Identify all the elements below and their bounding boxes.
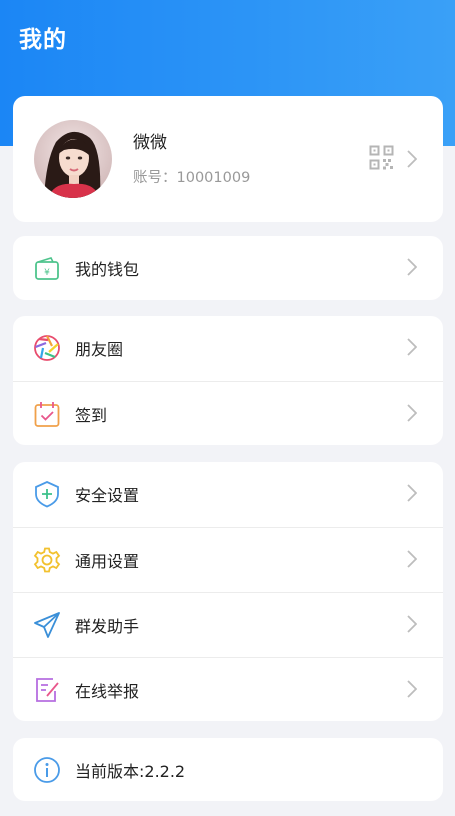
chevron-right-icon xyxy=(407,404,417,422)
wallet-card: ¥ 我的钱包 xyxy=(13,236,443,300)
page-title: 我的 xyxy=(19,27,67,53)
qr-code-icon[interactable] xyxy=(369,145,394,170)
chevron-right-icon xyxy=(407,615,417,633)
gear-icon xyxy=(33,547,61,573)
chevron-right-icon xyxy=(407,338,417,356)
avatar[interactable] xyxy=(34,120,112,198)
menu-item-moments[interactable]: 朋友圈 xyxy=(13,316,443,380)
info-icon xyxy=(34,757,60,783)
menu-label-security: 安全设置 xyxy=(75,486,140,505)
paper-plane-icon xyxy=(34,612,60,638)
menu-label-moments: 朋友圈 xyxy=(75,340,124,359)
aperture-icon xyxy=(34,335,60,361)
settings-card: 安全设置 通用设置 群发助手 在线举报 xyxy=(13,462,443,721)
chevron-right-icon xyxy=(407,258,417,276)
menu-label-report: 在线举报 xyxy=(75,682,140,701)
chevron-right-icon xyxy=(407,680,417,698)
profile-card[interactable]: 微微 账号：10001009 xyxy=(13,96,443,222)
menu-label-wallet: 我的钱包 xyxy=(75,260,140,279)
menu-item-security[interactable]: 安全设置 xyxy=(13,462,443,526)
version-card: 当前版本:2.2.2 xyxy=(13,738,443,801)
menu-label-broadcast: 群发助手 xyxy=(75,617,140,636)
menu-item-checkin[interactable]: 签到 xyxy=(13,381,443,445)
menu-item-general[interactable]: 通用设置 xyxy=(13,527,443,592)
svg-text:¥: ¥ xyxy=(44,268,50,278)
account-id: 账号：10001009 xyxy=(133,170,251,186)
chevron-right-icon xyxy=(407,550,417,568)
social-card: 朋友圈 签到 xyxy=(13,316,443,445)
shield-plus-icon xyxy=(35,481,59,508)
wallet-icon: ¥ xyxy=(35,257,59,280)
menu-label-checkin: 签到 xyxy=(75,406,108,425)
calendar-check-icon xyxy=(34,402,60,427)
menu-item-report[interactable]: 在线举报 xyxy=(13,657,443,721)
chevron-right-icon xyxy=(407,484,417,502)
menu-item-broadcast[interactable]: 群发助手 xyxy=(13,592,443,657)
chevron-right-icon xyxy=(407,150,417,168)
menu-label-general: 通用设置 xyxy=(75,552,140,571)
menu-item-version[interactable]: 当前版本:2.2.2 xyxy=(13,738,443,801)
menu-label-version: 当前版本:2.2.2 xyxy=(75,762,186,781)
edit-document-icon xyxy=(36,678,59,702)
username: 微微 xyxy=(133,133,167,153)
menu-item-wallet[interactable]: ¥ 我的钱包 xyxy=(13,236,443,300)
